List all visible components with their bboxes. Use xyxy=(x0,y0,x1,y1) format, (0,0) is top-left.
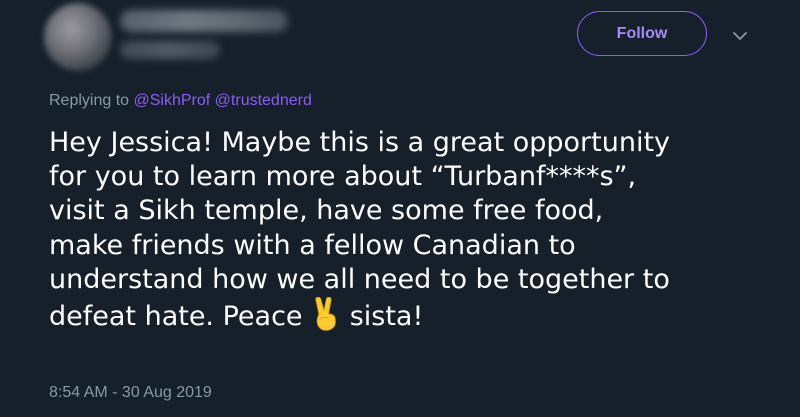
tweet-body: Hey Jessica! Maybe this is a great oppor… xyxy=(49,126,794,340)
tweet-line: for you to learn more about “Turbanf****… xyxy=(49,161,637,193)
tweet-line: understand how we all need to be togethe… xyxy=(49,263,670,295)
tweet-text-fragment: defeat hate. Peace xyxy=(49,301,312,333)
tweet-line-last: defeat hate. Peace sista! xyxy=(49,296,794,340)
mention-link-trustednerd[interactable]: @trustednerd xyxy=(215,92,312,109)
author-avatar[interactable] xyxy=(44,3,112,71)
chevron-down-icon xyxy=(733,31,747,40)
replying-to-line: Replying to @SikhProf @trustednerd xyxy=(49,92,312,110)
replying-to-prefix: Replying to xyxy=(49,92,130,109)
follow-button-label: Follow xyxy=(616,24,668,42)
victory-hand-emoji xyxy=(311,296,341,340)
author-name-redacted[interactable] xyxy=(120,10,288,32)
follow-button[interactable]: Follow xyxy=(577,11,707,56)
tweet-text-fragment: sista! xyxy=(341,301,424,333)
tweet-line: visit a Sikh temple, have some free food… xyxy=(49,195,604,227)
tweet-line: Hey Jessica! Maybe this is a great oppor… xyxy=(49,127,671,158)
tweet-line: make friends with a fellow Canadian to xyxy=(49,229,576,261)
author-handle-redacted[interactable] xyxy=(120,41,220,59)
more-options-button[interactable] xyxy=(726,24,754,48)
mention-link-sikhprof[interactable]: @SikhProf xyxy=(134,92,211,109)
tweet-timestamp[interactable]: 8:54 AM - 30 Aug 2019 xyxy=(49,384,212,402)
